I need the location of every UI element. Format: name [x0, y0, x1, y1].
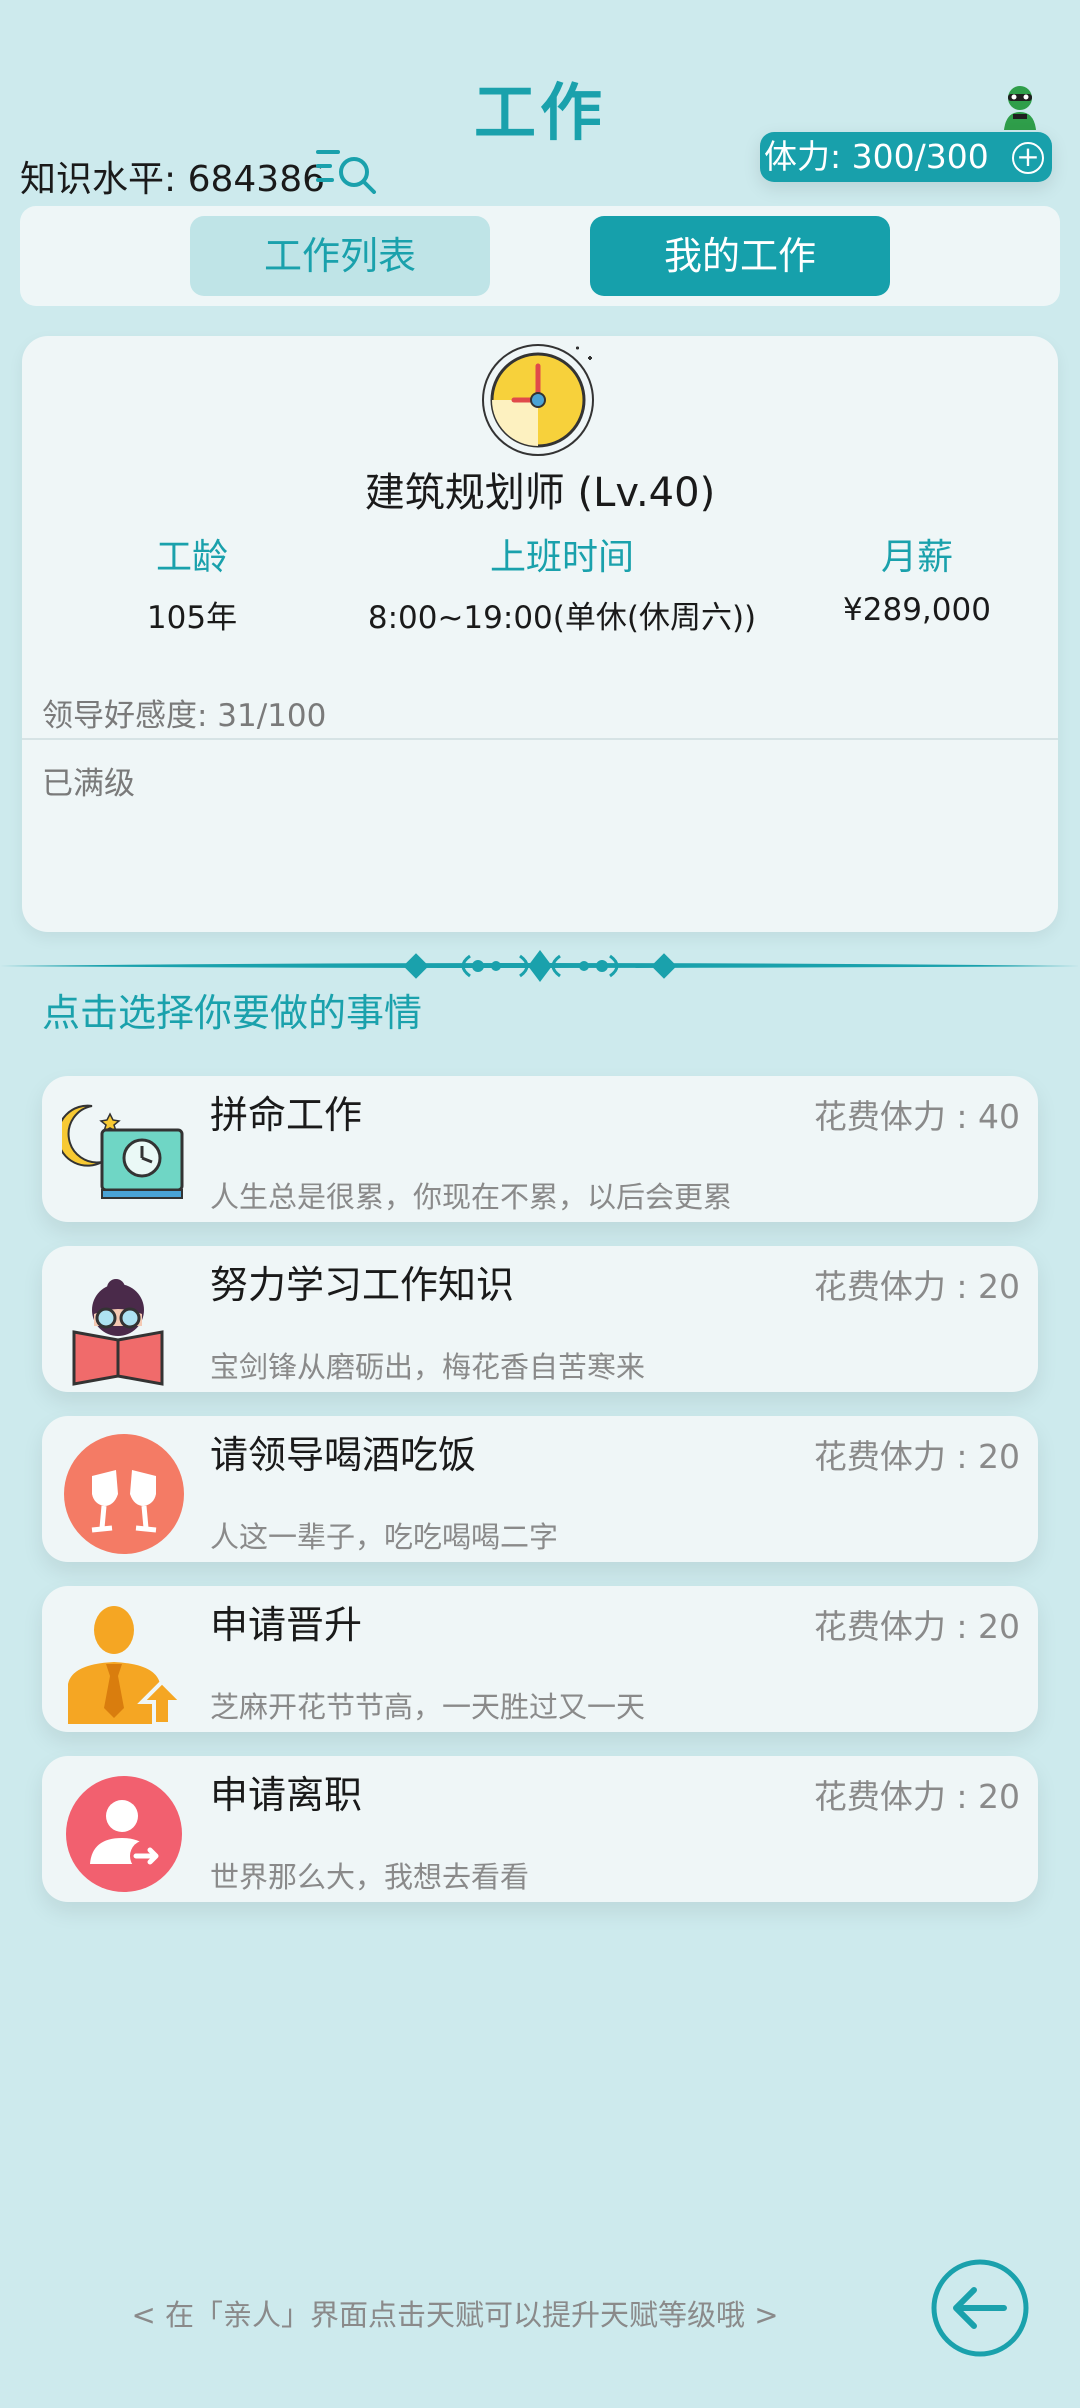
action-title: 拼命工作 [210, 1093, 363, 1137]
action-study[interactable]: 努力学习工作知识 花费体力 : 20 宝剑锋从磨砺出，梅花香自苦寒来 [42, 1246, 1038, 1392]
action-desc: 宝剑锋从磨砺出，梅花香自苦寒来 [210, 1350, 646, 1384]
stamina-text: 体力: 300/300 [764, 137, 989, 176]
clock-icon [482, 344, 594, 456]
stamina-display: 体力: 300/300 + [760, 132, 1052, 182]
tab-job-list[interactable]: 工作列表 [190, 216, 490, 296]
stat-salary: 月薪 ¥289,000 [802, 528, 1032, 628]
action-cost: 花费体力 : 20 [813, 1777, 1020, 1816]
action-title: 申请离职 [210, 1773, 363, 1817]
stat-label: 上班时间 [489, 537, 634, 578]
job-card: 建筑规划师 (Lv.40) 工龄 105年 上班时间 8:00~19:00(单休… [22, 336, 1058, 932]
stat-value: 105年 [146, 600, 238, 636]
stat-value: 8:00~19:00(单休(休周六)) [367, 600, 757, 636]
resign-icon [66, 1776, 182, 1892]
action-treat-leader[interactable]: 请领导喝酒吃饭 花费体力 : 20 人这一辈子，吃吃喝喝二字 [42, 1416, 1038, 1562]
action-cost: 花费体力 : 20 [813, 1607, 1020, 1646]
action-cost: 花费体力 : 40 [813, 1097, 1020, 1136]
promotion-icon [68, 1606, 186, 1726]
section-prompt: 点击选择你要做的事情 [42, 991, 423, 1035]
stat-label: 工龄 [155, 537, 228, 578]
action-work-hard[interactable]: 拼命工作 花费体力 : 40 人生总是很累，你现在不累，以后会更累 [42, 1076, 1038, 1222]
action-desc: 人这一辈子，吃吃喝喝二字 [210, 1520, 559, 1554]
action-desc: 世界那么大，我想去看看 [210, 1860, 530, 1894]
action-promotion[interactable]: 申请晋升 花费体力 : 20 芝麻开花节节高，一天胜过又一天 [42, 1586, 1038, 1732]
night-work-icon [62, 1104, 184, 1199]
action-desc: 人生总是很累，你现在不累，以后会更累 [210, 1180, 733, 1214]
action-title: 请领导喝酒吃饭 [210, 1433, 477, 1477]
divider [22, 738, 1058, 740]
action-cost: 花费体力 : 20 [813, 1267, 1020, 1306]
avatar-icon[interactable] [998, 84, 1042, 132]
stat-work-hours: 上班时间 8:00~19:00(单休(休周六)) [322, 528, 802, 637]
tab-bar: 工作列表 我的工作 [20, 206, 1060, 306]
back-arrow-icon[interactable] [928, 2256, 1032, 2360]
leader-favor: 领导好感度: 31/100 [42, 698, 327, 734]
tip-text: < 在「亲人」界面点击天赋可以提升天赋等级哦 > [131, 2298, 779, 2332]
toast-icon [64, 1434, 184, 1554]
action-desc: 芝麻开花节节高，一天胜过又一天 [210, 1690, 646, 1724]
knowledge-level: 知识水平: 684386 [20, 159, 325, 200]
job-title: 建筑规划师 (Lv.40) [364, 470, 716, 516]
tab-my-job[interactable]: 我的工作 [590, 216, 890, 296]
action-title: 申请晋升 [210, 1603, 363, 1647]
level-status: 已满级 [42, 766, 135, 802]
stat-value: ¥289,000 [843, 592, 991, 628]
search-list-icon[interactable] [316, 146, 380, 194]
add-stamina-button[interactable]: + [1012, 142, 1044, 174]
action-title: 努力学习工作知识 [210, 1263, 515, 1307]
action-resign[interactable]: 申请离职 花费体力 : 20 世界那么大，我想去看看 [42, 1756, 1038, 1902]
ornament-divider [0, 950, 1080, 982]
study-icon [72, 1279, 164, 1386]
stat-seniority: 工龄 105年 [92, 528, 292, 637]
action-cost: 花费体力 : 20 [813, 1437, 1020, 1476]
stat-label: 月薪 [880, 537, 953, 578]
